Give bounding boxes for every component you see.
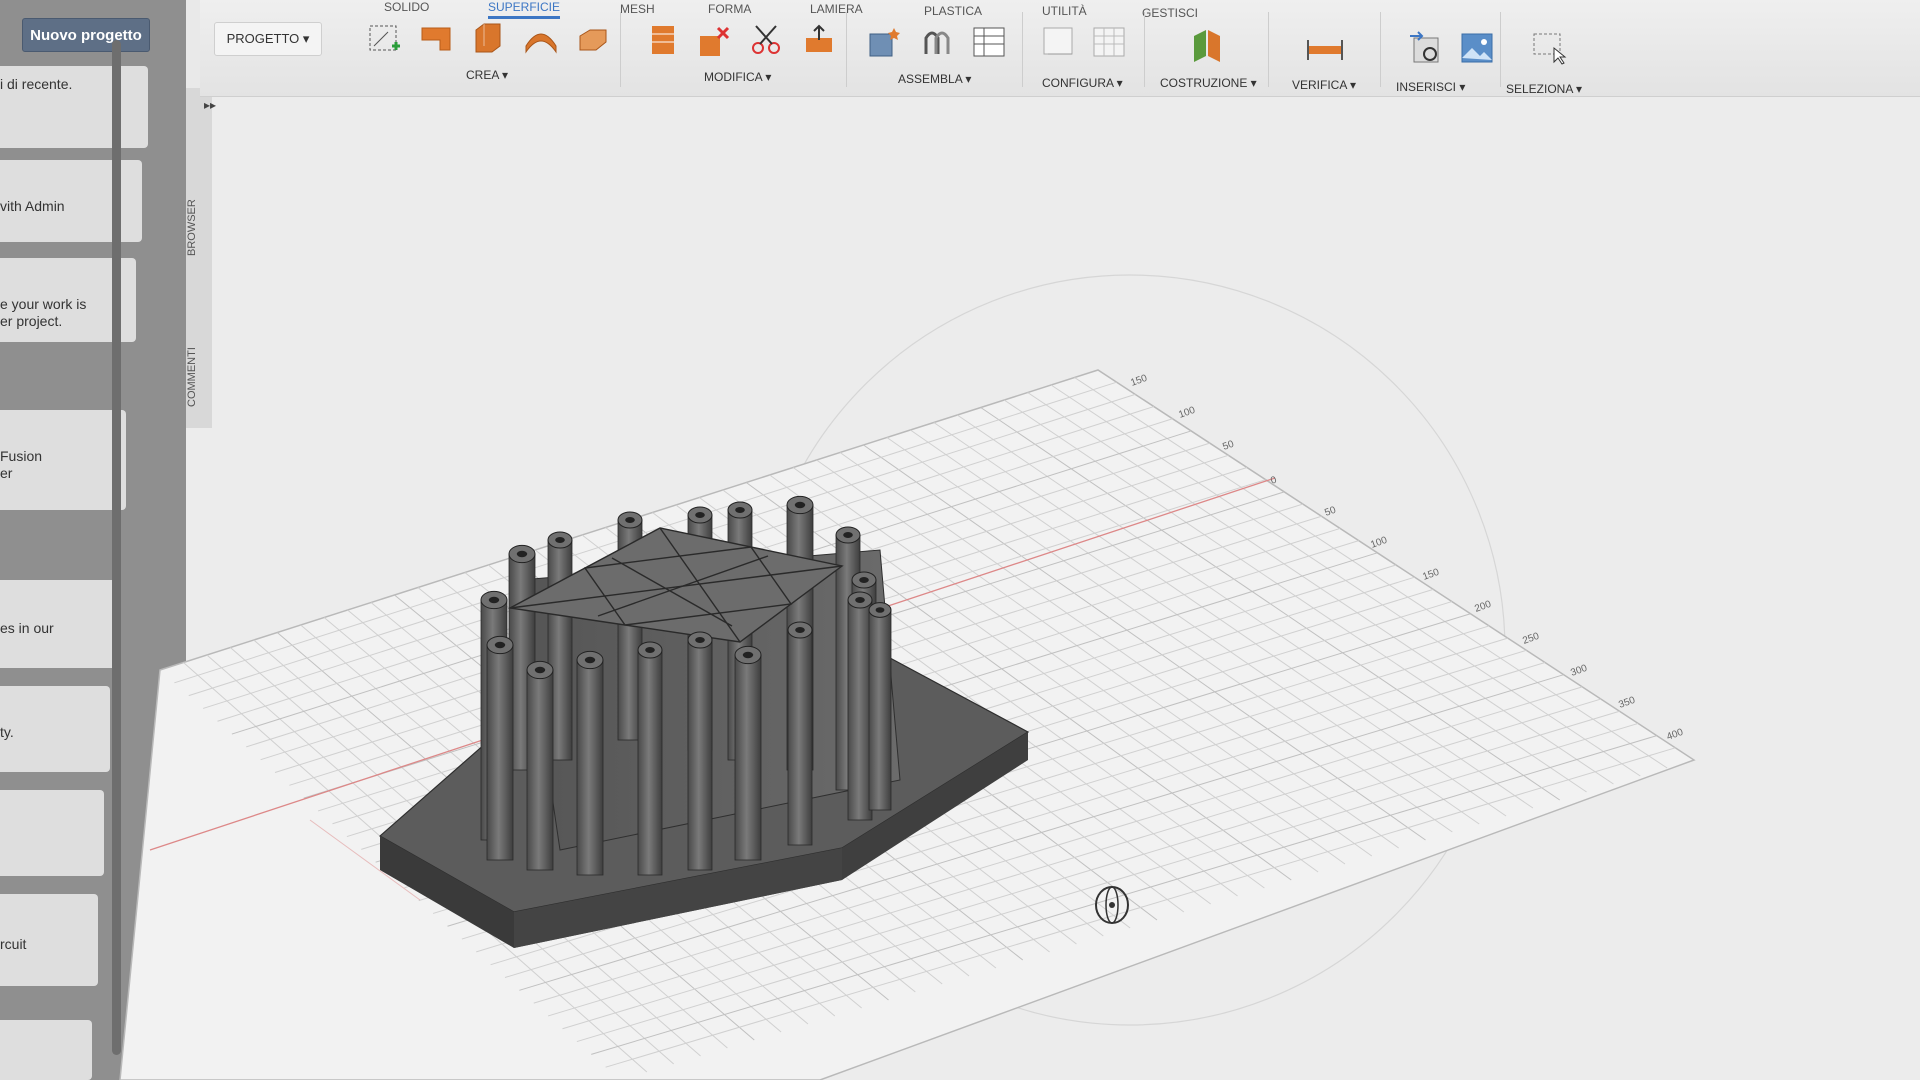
model-column — [486, 635, 514, 861]
group-construct-text: COSTRUZIONE — [1160, 76, 1248, 90]
tab-form[interactable]: FORMA — [708, 2, 751, 16]
insert-derive-icon[interactable] — [1408, 30, 1446, 66]
group-insert-text: INSERISCI — [1396, 80, 1457, 94]
group-inspect-text: VERIFICA — [1292, 78, 1347, 92]
group-construct-label[interactable]: COSTRUZIONE ▾ — [1160, 76, 1257, 90]
sweep-icon[interactable] — [522, 22, 560, 58]
project-menu-label: PROGETTO — [226, 31, 300, 46]
tab-utilities[interactable]: UTILITÀ — [1042, 4, 1087, 18]
model-column — [734, 645, 762, 861]
group-inspect-label[interactable]: VERIFICA ▾ — [1292, 78, 1356, 92]
tab-mesh[interactable]: MESH — [620, 2, 655, 16]
model-column — [687, 631, 713, 871]
model-column — [576, 650, 604, 876]
extrude-icon[interactable] — [418, 22, 456, 58]
offset-face-icon[interactable] — [800, 22, 838, 58]
group-insert-label[interactable]: INSERISCI ▾ — [1396, 80, 1465, 94]
model-column — [526, 660, 554, 871]
toolbar-separator — [846, 12, 847, 87]
group-modify-label[interactable]: MODIFICA ▾ — [704, 70, 771, 84]
model-column — [847, 591, 873, 821]
select-box-icon[interactable] — [1530, 30, 1568, 66]
group-assemble-label[interactable]: ASSEMBLA ▾ — [898, 72, 971, 86]
bill-of-materials-icon[interactable] — [970, 24, 1008, 60]
project-menu-button[interactable]: PROGETTO ▾ — [214, 22, 322, 56]
group-create-text: CREA — [466, 68, 499, 82]
configuration-table-icon[interactable] — [1090, 24, 1128, 60]
group-select-text: SELEZIONA — [1506, 82, 1573, 96]
group-select-label[interactable]: SELEZIONA ▾ — [1506, 82, 1582, 96]
tab-sheet-metal[interactable]: LAMIERA — [810, 2, 863, 16]
toolbar-separator — [620, 12, 621, 87]
tab-manage[interactable]: GESTISCI — [1142, 6, 1198, 20]
tab-plastic[interactable]: PLASTICA — [924, 4, 982, 18]
side-tab-strip: BROWSER COMMENTI — [186, 88, 212, 428]
group-modify-text: MODIFICA — [704, 70, 763, 84]
measure-icon[interactable] — [1306, 30, 1344, 66]
loft-icon[interactable] — [574, 24, 612, 60]
create-sketch-icon[interactable] — [366, 22, 404, 58]
toolbar-separator — [1380, 12, 1381, 87]
ribbon-toolbar: PROGETTO ▾ SOLIDO SUPERFICIE MESH FORMA … — [200, 0, 1920, 97]
tab-solid[interactable]: SOLIDO — [384, 0, 429, 14]
tab-surface[interactable]: SUPERFICIE — [488, 0, 561, 19]
split-scissors-icon[interactable] — [748, 22, 786, 58]
toolbar-separator — [1500, 12, 1501, 87]
group-configure-label[interactable]: CONFIGURA ▾ — [1042, 76, 1123, 90]
3d-viewport[interactable]: 150 100 50 0 50 100 150 200 250 300 350 … — [0, 0, 1920, 1080]
tab-browser[interactable]: BROWSER — [186, 188, 212, 268]
offset-plane-icon[interactable] — [1188, 26, 1226, 62]
model-column — [637, 641, 663, 876]
tab-comments[interactable]: COMMENTI — [186, 332, 212, 422]
group-assemble-text: ASSEMBLA — [898, 72, 963, 86]
trim-icon[interactable] — [696, 24, 734, 60]
insert-canvas-image-icon[interactable] — [1458, 30, 1496, 66]
joint-icon[interactable] — [918, 24, 956, 60]
parameters-icon[interactable] — [1040, 24, 1078, 60]
toolbar-separator — [1022, 12, 1023, 87]
group-create-label[interactable]: CREA ▾ — [466, 68, 508, 82]
group-configure-text: CONFIGURA — [1042, 76, 1114, 90]
expand-panel-icon[interactable]: ▸▸ — [204, 98, 216, 112]
press-pull-icon[interactable] — [644, 22, 682, 58]
revolve-icon[interactable] — [470, 20, 508, 56]
toolbar-separator — [1268, 12, 1269, 87]
model-column — [787, 621, 813, 846]
model-column — [868, 602, 892, 811]
new-component-icon[interactable] — [866, 24, 904, 60]
toolbar-separator — [1144, 12, 1145, 87]
